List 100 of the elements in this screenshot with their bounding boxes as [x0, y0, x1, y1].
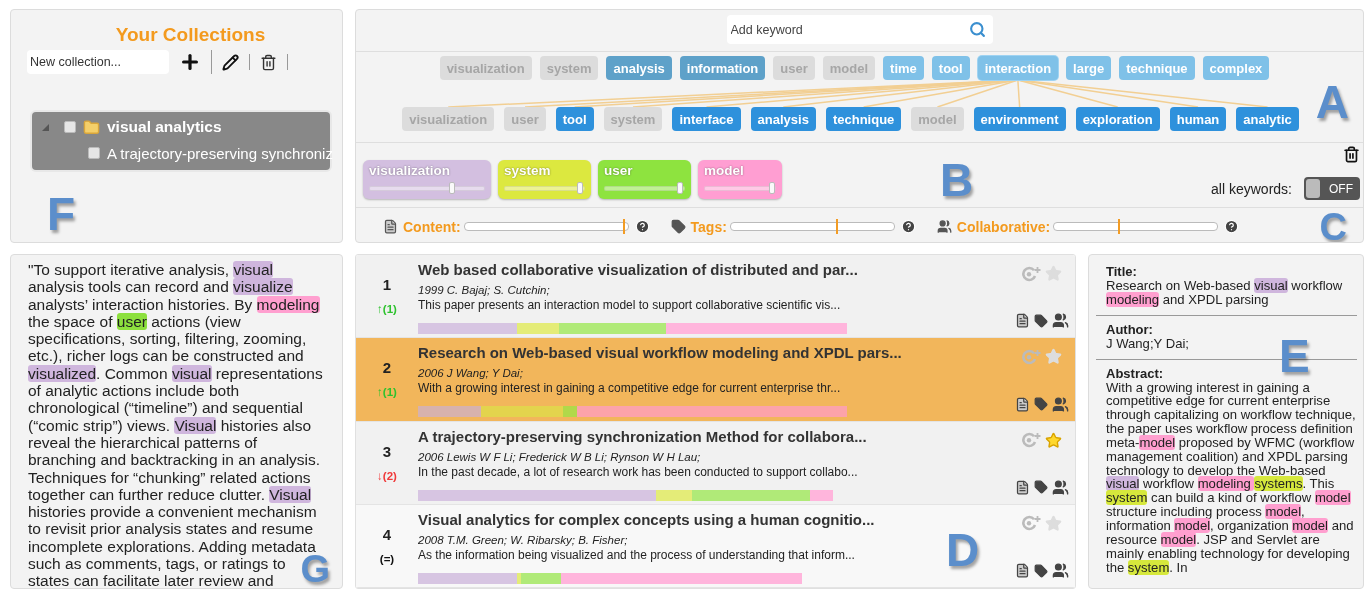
keyword-tag[interactable]: complex	[1202, 56, 1270, 80]
paper-authors: J Wang;Y Dai;	[1106, 336, 1189, 353]
result-snippet: This paper presents an interaction model to support collaborative scientific vis...	[418, 298, 842, 312]
result-authors: 2008 T.M. Green; W. Ribarsky; B. Fisher;	[418, 533, 629, 546]
filter-label: visualization	[369, 163, 452, 178]
result-snippet: With a growing interest in gaining a competitive edge for current enterprise thr...	[418, 381, 842, 396]
rank-number: 1	[382, 276, 392, 293]
document-icon[interactable]	[1015, 313, 1030, 329]
document-icon[interactable]	[1015, 479, 1030, 495]
panel-letter: D	[946, 527, 980, 573]
new-collection-field[interactable]: New collection...	[27, 50, 169, 74]
filter-label: user	[604, 163, 634, 178]
filter-card[interactable]: model	[698, 160, 782, 199]
slider-thumb[interactable]	[577, 182, 584, 194]
slider-handle[interactable]	[835, 219, 838, 234]
slider-handle[interactable]	[1118, 219, 1121, 234]
abstract-label: Abstract:	[1106, 365, 1164, 381]
keyword-tag[interactable]: large	[1066, 56, 1112, 80]
weight-label: Content:	[403, 218, 461, 235]
checkbox[interactable]	[88, 147, 100, 159]
filter-label: model	[704, 163, 745, 178]
slider-thumb[interactable]	[449, 182, 456, 194]
keyword-tag[interactable]: technique	[1119, 56, 1195, 80]
folder-icon	[83, 118, 100, 136]
result-row[interactable]	[356, 421, 1075, 505]
weight-label: Collaborative:	[956, 218, 1051, 235]
rank-change: ↑(1)	[377, 303, 397, 315]
panel-letter: C	[1319, 208, 1347, 242]
result-row[interactable]: 1 ↑(1) Web based collaborative visualization of distributed and par... 1999 C. Bajaj; S. Cutchin; This paper presents an interaction model to support collaborative scientific vis...	[356, 255, 1075, 339]
result-snippet: As the information being visualized and the process of understanding that inform...	[418, 547, 856, 562]
result-authors: 1999 C. Bajaj; S. Cutchin;	[418, 284, 551, 296]
users-icon[interactable]	[1052, 312, 1069, 330]
users-icon[interactable]	[1052, 395, 1069, 413]
result-title[interactable]: Web based collaborative visualization of distributed and par...	[418, 261, 1009, 278]
keyword-tag[interactable]: analysis	[750, 107, 816, 131]
slider-handle[interactable]	[623, 219, 626, 234]
result-authors: 2006 J Wang; Y Dai;	[418, 367, 524, 380]
trash-icon[interactable]	[1343, 146, 1360, 163]
keyword-tag[interactable]: environment	[973, 107, 1066, 131]
collections-title: Your Collections	[114, 24, 267, 46]
result-title[interactable]: A trajectory-preserving synchronization Method for collabora...	[418, 427, 1009, 445]
result-authors: 2006 Lewis W F Li; Frederick W B Li; Rynson W H Lau;	[418, 450, 702, 463]
tag-icon[interactable]	[1034, 563, 1048, 578]
keyword-tag[interactable]: interaction	[977, 56, 1059, 80]
result-snippet: In the past decade, a lot of research work has been conducted to support collabo...	[418, 464, 859, 479]
users-icon	[936, 219, 952, 234]
keyword-tag[interactable]: interface	[672, 107, 741, 131]
result-row[interactable]: 2 ↑(1) Research on Web-based visual workflow modeling and XPDL pars... 2006 J Wang; Y Dai; With a growing interest in gaining a competitive edge for current enterprise thr...	[356, 338, 1075, 422]
toggle-switch[interactable]: OFF	[1304, 177, 1360, 200]
panel-letter: A	[1315, 79, 1349, 125]
keyword-tag[interactable]: information	[679, 56, 766, 80]
tag-icon[interactable]	[1034, 397, 1048, 411]
pencil-icon[interactable]	[222, 53, 239, 71]
paper-title: Research on Web-based visual workflow modeling and XPDL parsing	[1106, 279, 1344, 309]
document-icon[interactable]	[1015, 563, 1030, 578]
search-icon[interactable]	[968, 21, 986, 38]
star-icon[interactable]	[1045, 514, 1062, 532]
rank-change: ↓(2)	[377, 469, 397, 482]
document-icon[interactable]	[1015, 396, 1030, 412]
keyword-tag[interactable]: human	[1169, 107, 1227, 131]
keyword-tag[interactable]: exploration	[1075, 107, 1160, 131]
paper-abstract: With a growing interest in gaining a competitive edge for current enterprise through capitalizing on workflow technique, the paper uses workflow process definition meta-model proposed by WFMC (workflow management coalition) and XPDL parsing technology to develop the Web-based visual workflow modeling systems. This system can build a kind of workflow model structure including process model, information model, organization model and resource model. JSP and Servlet are mainly enabling technology for developing the system. In	[1106, 380, 1357, 575]
star-icon[interactable]	[1045, 431, 1062, 449]
rank-number: 2	[382, 359, 392, 377]
panel-letter: B	[940, 157, 974, 203]
users-icon[interactable]	[1052, 562, 1069, 579]
add-icon[interactable]	[179, 51, 201, 73]
tag-icon[interactable]	[1034, 313, 1048, 328]
tag-icon[interactable]	[1034, 480, 1048, 495]
filter-label: system	[504, 163, 552, 178]
keyword-tag[interactable]: tool	[555, 107, 594, 131]
trash-icon[interactable]	[260, 53, 277, 71]
author-label: Author:	[1106, 321, 1153, 337]
checkbox[interactable]	[64, 121, 76, 133]
tree-item[interactable]: visual analytics	[107, 118, 222, 136]
filter-card[interactable]: visualization	[363, 160, 491, 199]
keyword-tag[interactable]: technique	[825, 107, 902, 131]
weight-label: Tags:	[690, 218, 727, 235]
panel-letter: F	[47, 191, 76, 237]
rank-number: 3	[382, 442, 392, 460]
toggle-label: all keywords:	[1211, 180, 1292, 197]
help-icon[interactable]	[1224, 219, 1240, 234]
slider-thumb[interactable]	[677, 182, 684, 194]
slider-thumb[interactable]	[768, 182, 775, 194]
keyword-search-field[interactable]: Add keyword	[726, 15, 993, 44]
result-title[interactable]: Visual analytics for complex concepts using a human cognitio...	[418, 510, 1009, 528]
result-title[interactable]: Research on Web-based visual workflow modeling and XPDL pars...	[418, 344, 1009, 362]
document-icon	[383, 219, 398, 234]
filter-card[interactable]: user	[598, 160, 691, 199]
rank-change: ↑(1)	[377, 386, 397, 399]
star-icon[interactable]	[1045, 348, 1062, 366]
keyword-tag[interactable]: analytic	[1236, 107, 1299, 131]
help-icon[interactable]	[900, 219, 916, 234]
keyword-tag[interactable]: time	[883, 56, 924, 80]
help-icon[interactable]	[634, 219, 650, 234]
keyword-tag[interactable]: tool	[931, 56, 970, 80]
keyword-tag[interactable]: analysis	[606, 56, 672, 80]
title-label: Title:	[1106, 264, 1137, 279]
tag-icon	[670, 219, 686, 234]
users-icon[interactable]	[1052, 478, 1069, 496]
